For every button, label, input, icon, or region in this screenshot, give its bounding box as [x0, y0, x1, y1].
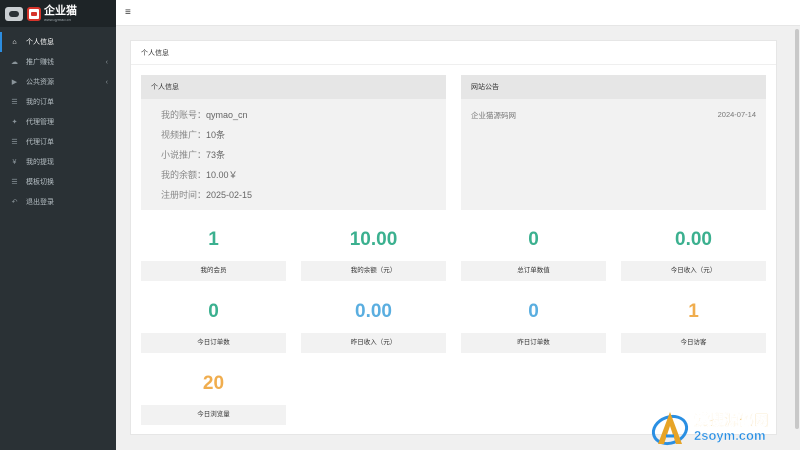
notice-text[interactable]: 企业猫源码网	[471, 110, 516, 121]
stat-label: 今日浏览量	[141, 405, 286, 425]
sidebar-item-6[interactable]: ¥ 我的提现	[0, 152, 116, 172]
cat-logo-icon	[4, 5, 24, 23]
scrollbar[interactable]	[793, 26, 800, 450]
stat-label: 我的会员	[141, 261, 286, 281]
sidebar-item-4[interactable]: ✦ 代理管理	[0, 112, 116, 132]
cloud-icon: ☁	[11, 59, 18, 66]
sidebar-item-label: 个人信息	[26, 39, 54, 46]
yen-icon: ¥	[12, 158, 17, 166]
profile-row-label: 注册时间：	[161, 190, 207, 200]
sidebar-item-label: 公共资源	[26, 79, 54, 86]
sidebar-item-label: 我的订单	[26, 99, 54, 106]
profile-row-label: 我的余额：	[161, 170, 207, 180]
stat-value: 1	[688, 301, 699, 322]
watermark-en: 2soym.com	[694, 427, 766, 443]
watermark-cn: 爱搜源码网	[694, 411, 770, 429]
notice-date: 2024-07-14	[717, 110, 756, 119]
profile-card: 个人信息 我的账号：qymao_cn 视频推广：10条 小说推广：73条 我的余额：1…	[141, 75, 446, 210]
list-icon: ☰	[11, 139, 18, 146]
profile-row: 注册时间：2025-02-15	[161, 185, 446, 205]
logo-title: 企业猫	[44, 4, 77, 17]
home-icon: ⌂	[12, 38, 17, 46]
stat-value: 1	[208, 229, 219, 250]
notice-card: 网站公告 企业猫源码网 2024-07-14	[461, 75, 766, 210]
top-bar: ≡	[116, 0, 800, 26]
main-panel: 个人信息 个人信息 我的账号：qymao_cn 视频推广：10条 小说推广：73条我…	[130, 40, 777, 435]
profile-row-label: 我的账号：	[161, 110, 207, 120]
profile-info-list: 我的账号：qymao_cn 视频推广：10条 小说推广：73条 我的余额：10.00￥…	[141, 99, 446, 205]
profile-row: 我的余额：10.00￥	[161, 165, 446, 185]
profile-row-value: 10.00￥	[206, 170, 238, 180]
stat-label: 今日订单数	[141, 333, 286, 353]
sidebar-menu: ⌂ 个人信息 ☁ 推广赚钱 ‹ ▶ 公共资源 ‹ ☰ 我的订单 ✦ 代理管理 ☰ 代理订单 ¥ 我的提现 ☰ 模板…	[0, 32, 116, 212]
profile-row-label: 小说推广：	[161, 150, 207, 160]
stat-card: 10.00 我的余额（元）	[301, 221, 446, 281]
notice-list: 企业猫源码网 2024-07-14	[461, 99, 766, 121]
notice-card-title: 网站公告	[461, 75, 766, 99]
watermark-logo-icon	[651, 411, 689, 445]
sidebar-item-3[interactable]: ☰ 我的订单	[0, 92, 116, 112]
profile-row-label: 视频推广：	[161, 130, 207, 140]
stat-card: 0.00 昨日收入（元）	[301, 293, 446, 353]
stat-label: 昨日收入（元）	[301, 333, 446, 353]
stat-value: 0	[208, 301, 219, 322]
stat-card: 0.00 今日收入（元）	[621, 221, 766, 281]
list-icon: ☰	[11, 179, 18, 186]
chevron-left-icon: ‹	[105, 58, 108, 66]
page-title: 个人信息	[131, 41, 776, 65]
sidebar-item-label: 推广赚钱	[26, 59, 54, 66]
stat-label: 今日访客	[621, 333, 766, 353]
reply-icon: ↶	[11, 199, 18, 206]
notice-item[interactable]: 企业猫源码网 2024-07-14	[461, 99, 766, 121]
sidebar-item-1[interactable]: ☁ 推广赚钱 ‹	[0, 52, 116, 72]
profile-row-value: 2025-02-15	[206, 190, 253, 200]
watermark: 爱搜源码网 2soym.com	[650, 405, 800, 450]
sidebar-item-0[interactable]: ⌂ 个人信息	[0, 32, 116, 52]
stat-card: 20 今日浏览量	[141, 365, 286, 425]
sidebar-item-label: 代理管理	[26, 119, 54, 126]
menu-toggle-icon[interactable]: ≡	[125, 7, 131, 18]
sidebar-item-5[interactable]: ☰ 代理订单	[0, 132, 116, 152]
profile-row: 视频推广：10条	[161, 125, 446, 145]
stat-label: 我的余额（元）	[301, 261, 446, 281]
profile-row-value: 10条	[206, 130, 226, 140]
profile-row: 我的账号：qymao_cn	[161, 105, 446, 125]
stat-value: 0	[528, 229, 539, 250]
sidebar-item-label: 我的提现	[26, 159, 54, 166]
sidebar-item-7[interactable]: ☰ 模板切换	[0, 172, 116, 192]
logo[interactable]: 企业猫 www.qymao.cn	[0, 0, 116, 27]
profile-card-title: 个人信息	[141, 75, 446, 99]
profile-row-value: qymao_cn	[206, 110, 248, 120]
stat-label: 今日收入（元）	[621, 261, 766, 281]
stat-value: 0	[528, 301, 539, 322]
chevron-left-icon: ‹	[105, 78, 108, 86]
stat-card: 1 今日访客	[621, 293, 766, 353]
sidebar: 企业猫 www.qymao.cn ⌂ 个人信息 ☁ 推广赚钱 ‹ ▶ 公共资源 ‹ ☰ 我的订单 ✦…	[0, 0, 116, 450]
stat-value: 0.00	[355, 301, 392, 322]
stat-label: 总订单数值	[461, 261, 606, 281]
stat-card: 0 今日订单数	[141, 293, 286, 353]
profile-row: 小说推广：73条	[161, 145, 446, 165]
scrollbar-thumb[interactable]	[795, 29, 799, 429]
sidebar-item-label: 代理订单	[26, 139, 54, 146]
sidebar-item-label: 模板切换	[26, 179, 54, 186]
brand-badge-icon	[27, 6, 41, 21]
gift-icon: ✦	[11, 119, 18, 126]
sidebar-item-2[interactable]: ▶ 公共资源 ‹	[0, 72, 116, 92]
stat-value: 20	[202, 373, 225, 394]
logo-subtitle: www.qymao.cn	[44, 16, 71, 22]
stat-card: 1 我的会员	[141, 221, 286, 281]
stat-card: 0 总订单数值	[461, 221, 606, 281]
sidebar-item-8[interactable]: ↶ 退出登录	[0, 192, 116, 212]
stat-card: 0 昨日订单数	[461, 293, 606, 353]
stat-label: 昨日订单数	[461, 333, 606, 353]
stat-value: 0.00	[675, 229, 712, 250]
profile-row-value: 73条	[206, 150, 226, 160]
stat-value: 10.00	[349, 229, 398, 250]
sidebar-item-label: 退出登录	[26, 199, 54, 206]
list-icon: ☰	[11, 99, 18, 106]
video-icon: ▶	[11, 79, 18, 86]
